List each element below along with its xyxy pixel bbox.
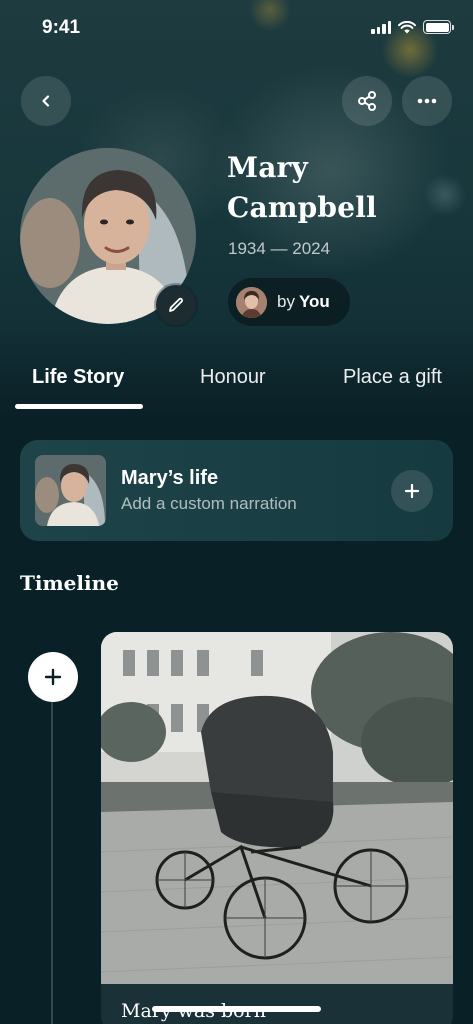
more-horizontal-icon: [417, 98, 437, 104]
author-prefix: by: [277, 292, 295, 311]
narration-thumbnail: [35, 455, 106, 526]
narration-title: Mary’s life: [121, 467, 219, 489]
timeline-line: [51, 700, 53, 1024]
tab-place-a-gift[interactable]: Place a gift: [343, 366, 442, 389]
more-button[interactable]: [402, 76, 452, 126]
plus-icon: [404, 483, 420, 499]
chevron-left-icon: [42, 95, 50, 107]
battery-icon: [423, 20, 454, 34]
author-pill[interactable]: by You: [228, 278, 350, 326]
author-avatar: [236, 286, 267, 318]
tab-honour[interactable]: Honour: [200, 366, 266, 389]
author-label: by You: [277, 292, 330, 312]
status-time: 9:41: [42, 17, 81, 38]
back-button[interactable]: [21, 76, 71, 126]
status-bar: 9:41: [0, 0, 473, 56]
edit-photo-button[interactable]: [156, 285, 196, 325]
timeline-event-card[interactable]: Mary was born: [101, 632, 453, 1024]
author-name: You: [298, 292, 330, 311]
add-narration-button[interactable]: [391, 470, 433, 512]
profile-name: Mary Campbell: [227, 151, 377, 224]
pencil-icon: [169, 297, 183, 312]
profile-dates: 1934 — 2024: [228, 239, 331, 258]
share-button[interactable]: [342, 76, 392, 126]
narration-subtitle: Add a custom narration: [121, 494, 297, 513]
wifi-icon: [398, 20, 416, 33]
add-timeline-event-button[interactable]: [28, 652, 78, 702]
active-tab-indicator: [15, 404, 143, 409]
narration-card[interactable]: Mary’s life Add a custom narration: [20, 440, 453, 541]
profile-tabs: Life Story Honour Place a gift: [0, 358, 473, 410]
status-icons: [371, 20, 454, 34]
cellular-signal-icon: [371, 20, 391, 34]
share-icon: [358, 91, 376, 111]
timeline-heading: Timeline: [20, 571, 119, 595]
tab-life-story[interactable]: Life Story: [32, 366, 124, 389]
home-indicator: [152, 1006, 321, 1012]
event-photo: [101, 632, 453, 984]
plus-icon: [44, 668, 62, 686]
